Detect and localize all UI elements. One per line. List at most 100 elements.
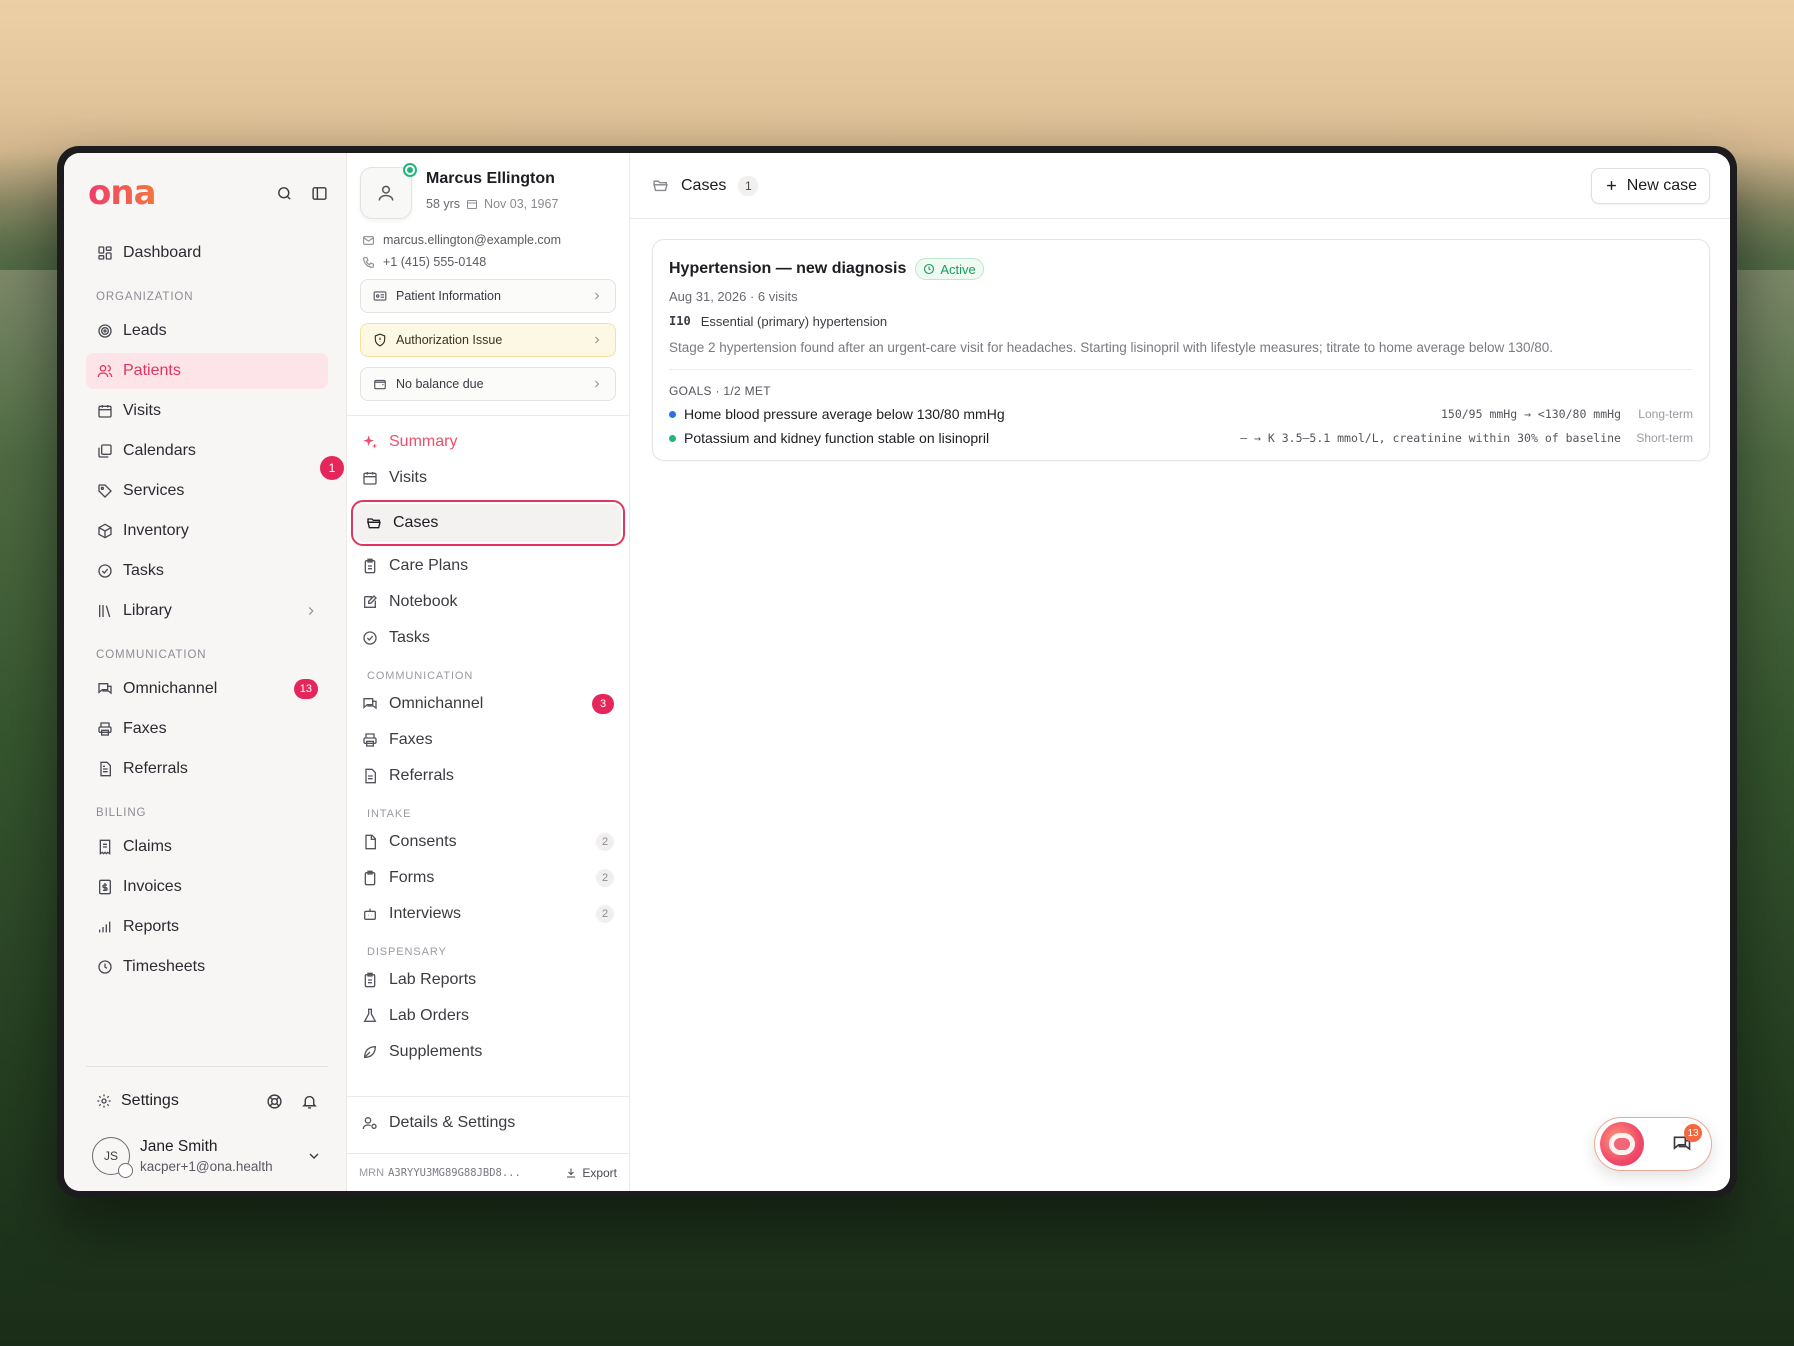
sidebar-item-settings[interactable]: Settings — [86, 1083, 328, 1119]
patient-tab-faxes[interactable]: Faxes — [351, 724, 625, 756]
tab-label: Supplements — [389, 1043, 483, 1060]
file-signature-icon — [362, 834, 380, 850]
patient-tab-lab-orders[interactable]: Lab Orders — [351, 1000, 625, 1032]
search-icon[interactable] — [276, 185, 293, 202]
sidebar-item-services[interactable]: Services — [86, 473, 328, 509]
sidebar-item-dashboard[interactable]: Dashboard — [86, 235, 328, 271]
users-icon — [96, 362, 114, 380]
online-indicator — [403, 163, 417, 177]
case-meta: Aug 31, 2026 · 6 visits — [669, 289, 798, 304]
tab-label: Care Plans — [389, 557, 469, 574]
device-frame: ona Dashboard ORGANIZATION Leads Patient… — [57, 146, 1737, 1198]
patient-tab-cases[interactable]: Cases — [351, 500, 625, 546]
edit-icon — [362, 594, 380, 610]
goal-term: Short-term — [1636, 431, 1693, 445]
diagnosis-code: I10 — [669, 314, 691, 328]
clock-icon — [96, 958, 114, 976]
patient-tab-supplements[interactable]: Supplements — [351, 1036, 625, 1068]
cases-count: 1 — [738, 175, 759, 196]
page-header: Cases 1 New case — [630, 153, 1730, 219]
chevron-right-icon — [591, 290, 603, 302]
authorization-issue-button[interactable]: Authorization Issue — [360, 323, 616, 357]
export-button[interactable]: Export — [565, 1166, 617, 1180]
sidebar-item-reports[interactable]: Reports — [86, 909, 328, 945]
sidebar-item-label: Dashboard — [123, 244, 202, 261]
mrn-value[interactable]: A3RYYU3MG89G88JBD8... — [388, 1167, 521, 1179]
sidebar-item-label: Visits — [123, 402, 161, 419]
patient-tab-referrals[interactable]: Referrals — [351, 760, 625, 792]
assistant-widget[interactable]: 13 — [1594, 1117, 1712, 1171]
sidebar-item-referrals[interactable]: Referrals — [86, 751, 328, 787]
patient-tab-tasks[interactable]: Tasks — [351, 622, 625, 654]
patient-dob: Nov 03, 1967 — [484, 197, 559, 211]
sparkle-icon — [362, 434, 380, 450]
status-badge: Active — [915, 258, 984, 280]
goal-dot — [669, 434, 676, 442]
mail-icon — [362, 234, 375, 247]
target-icon — [96, 322, 114, 340]
patient-tab-care-plans[interactable]: Care Plans — [351, 550, 625, 582]
sidebar-item-faxes[interactable]: Faxes — [86, 711, 328, 747]
sidebar-item-inventory[interactable]: Inventory — [86, 513, 328, 549]
app-window: ona Dashboard ORGANIZATION Leads Patient… — [64, 153, 1730, 1191]
count-badge: 2 — [596, 905, 614, 923]
patient-tab-visits[interactable]: Visits — [351, 462, 625, 494]
sidebar-item-tasks[interactable]: Tasks — [86, 553, 328, 589]
patient-footer: MRN A3RYYU3MG89G88JBD8... Export — [347, 1153, 629, 1191]
section-label-organization: ORGANIZATION — [96, 291, 194, 303]
section-label-dispensary: DISPENSARY — [367, 946, 447, 958]
sidebar-item-label: Invoices — [123, 878, 182, 895]
user-menu[interactable]: JS Jane Smith kacper+1@ona.health — [86, 1137, 328, 1178]
patient-email: marcus.ellington@example.com — [383, 233, 562, 247]
folder-open-icon — [366, 515, 384, 531]
patient-email-row[interactable]: marcus.ellington@example.com — [360, 233, 616, 247]
patient-information-button[interactable]: Patient Information — [360, 279, 616, 313]
patient-phone-row[interactable]: +1 (415) 555-0148 — [360, 255, 616, 269]
sidebar-item-label: Leads — [123, 322, 167, 339]
tab-label: Visits — [389, 469, 427, 486]
patient-tab-forms[interactable]: Forms 2 — [351, 862, 625, 894]
assistant-orb-icon[interactable] — [1600, 1122, 1644, 1166]
clipboard-icon — [362, 972, 380, 988]
sidebar-item-library[interactable]: Library — [86, 593, 328, 629]
patient-tab-interviews[interactable]: Interviews 2 — [351, 898, 625, 930]
goal-term: Long-term — [1638, 407, 1693, 421]
sidebar-item-invoices[interactable]: Invoices — [86, 869, 328, 905]
patient-tab-consents[interactable]: Consents 2 — [351, 826, 625, 858]
authorization-issue-label: Authorization Issue — [396, 333, 503, 347]
patient-nav: Summary Visits Cases Care Plans Notebook… — [347, 426, 629, 1096]
chevron-down-icon[interactable] — [306, 1148, 322, 1164]
sidebar-toggle-icon[interactable] — [311, 185, 328, 202]
tab-label: Summary — [389, 433, 458, 450]
logo[interactable]: ona — [88, 173, 157, 213]
patient-tab-lab-reports[interactable]: Lab Reports — [351, 964, 625, 996]
sidebar-item-leads[interactable]: Leads — [86, 313, 328, 349]
help-icon[interactable] — [266, 1093, 283, 1110]
sidebar-item-label: Services — [123, 482, 185, 499]
bell-icon[interactable] — [301, 1093, 318, 1110]
sidebar-item-visits[interactable]: Visits — [86, 393, 328, 429]
patient-panel: Marcus Ellington 58 yrs Nov 03, 1967 mar… — [346, 153, 630, 1191]
new-case-button[interactable]: New case — [1590, 167, 1710, 204]
patient-tab-omnichannel[interactable]: Omnichannel 3 — [351, 688, 625, 720]
gear-icon — [96, 1093, 112, 1109]
case-card[interactable]: Hypertension — new diagnosis Active Aug … — [652, 239, 1710, 461]
sidebar-item-timesheets[interactable]: Timesheets — [86, 949, 328, 985]
patient-tab-details-settings[interactable]: Details & Settings — [351, 1107, 625, 1139]
sidebar-item-claims[interactable]: Claims — [86, 829, 328, 865]
tab-label: Cases — [393, 514, 439, 531]
clipboard-icon — [362, 558, 380, 574]
brand-row: ona — [86, 173, 328, 213]
patient-avatar[interactable] — [360, 163, 417, 219]
messages-icon[interactable]: 13 — [1672, 1124, 1702, 1154]
shield-icon — [373, 333, 387, 347]
balance-button[interactable]: No balance due — [360, 367, 616, 401]
patient-tab-summary[interactable]: Summary — [351, 426, 625, 458]
settings-label: Settings — [121, 1092, 179, 1109]
status-clock-icon — [118, 1163, 133, 1178]
balance-label: No balance due — [396, 377, 484, 391]
sidebar-item-omnichannel[interactable]: Omnichannel 13 — [86, 671, 328, 707]
patient-tab-notebook[interactable]: Notebook — [351, 586, 625, 618]
sidebar-item-calendars[interactable]: Calendars — [86, 433, 328, 469]
sidebar-item-patients[interactable]: Patients — [86, 353, 328, 389]
